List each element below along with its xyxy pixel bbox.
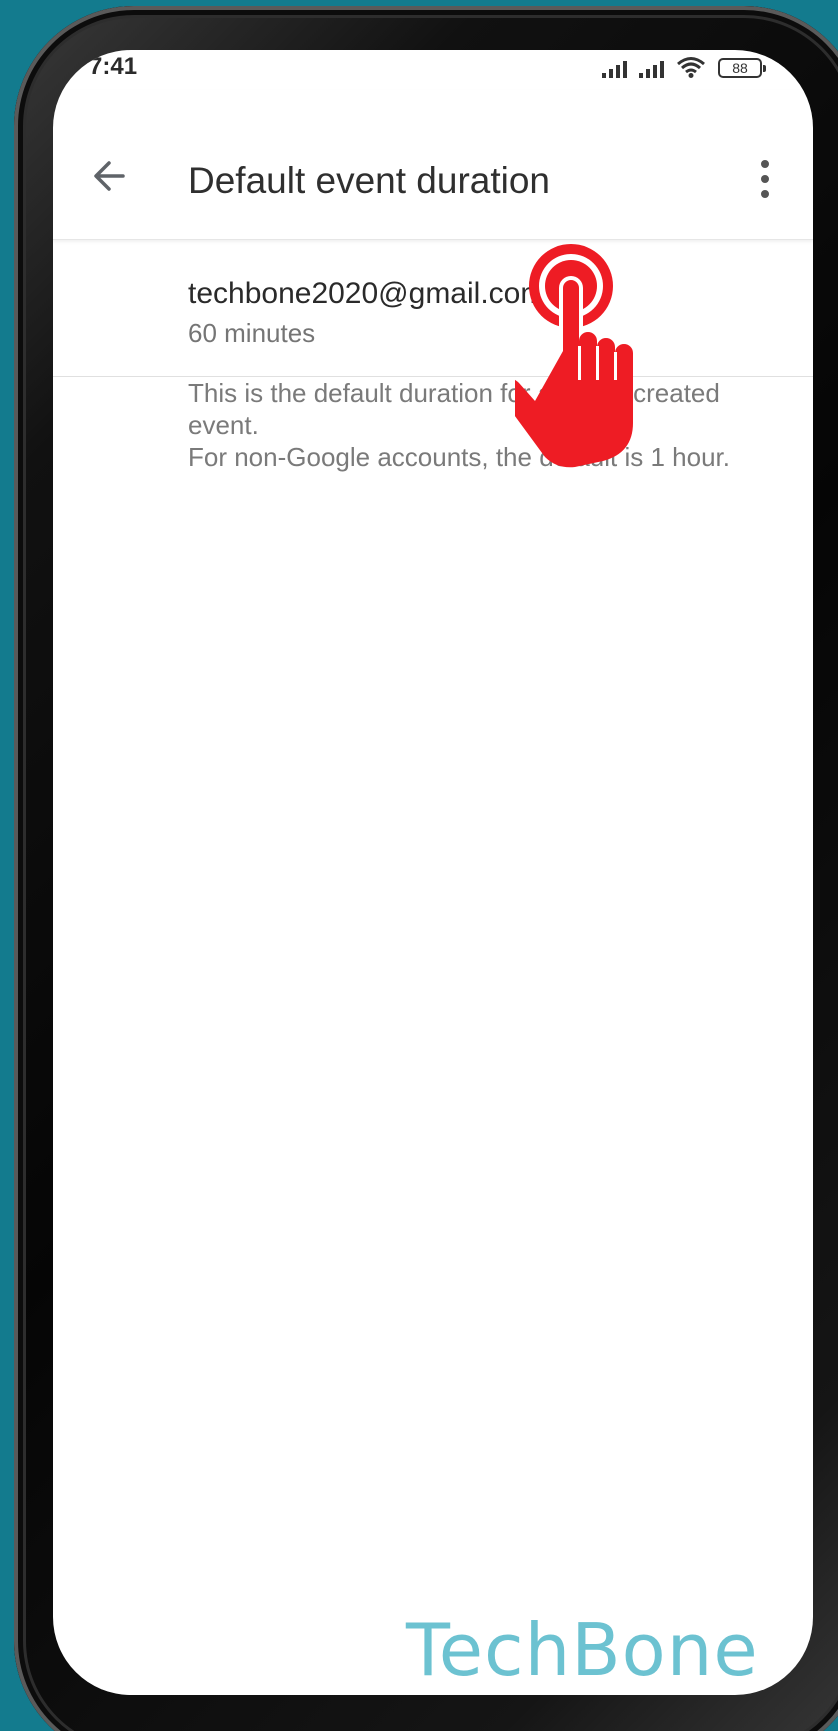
status-icons: 88 xyxy=(602,56,766,78)
more-options-icon[interactable] xyxy=(753,158,777,200)
battery-icon: 88 xyxy=(718,58,766,78)
signal-icon xyxy=(602,58,627,78)
stage: 7:41 88 Default event duration techbone2… xyxy=(0,0,838,1731)
description-text: This is the default duration for a newly… xyxy=(188,377,788,473)
description-line-1: This is the default duration for a newly… xyxy=(188,378,720,440)
status-bar: 7:41 88 xyxy=(53,50,813,90)
page-title: Default event duration xyxy=(188,160,551,201)
techbone-watermark: TechBone xyxy=(406,1608,759,1692)
status-time: 7:41 xyxy=(89,53,138,80)
app-bar: Default event duration xyxy=(53,90,813,240)
account-duration-item[interactable]: techbone2020@gmail.com 60 minutes xyxy=(53,241,813,377)
wifi-icon xyxy=(677,57,705,78)
signal-icon xyxy=(639,58,664,78)
phone-screen: 7:41 88 Default event duration techbone2… xyxy=(53,50,813,1695)
account-duration-value: 60 minutes xyxy=(188,318,316,348)
back-arrow-icon[interactable] xyxy=(89,156,129,196)
account-email: techbone2020@gmail.com xyxy=(188,277,546,310)
tap-hand-icon xyxy=(515,244,633,468)
description-line-2: For non-Google accounts, the default is … xyxy=(188,442,731,472)
